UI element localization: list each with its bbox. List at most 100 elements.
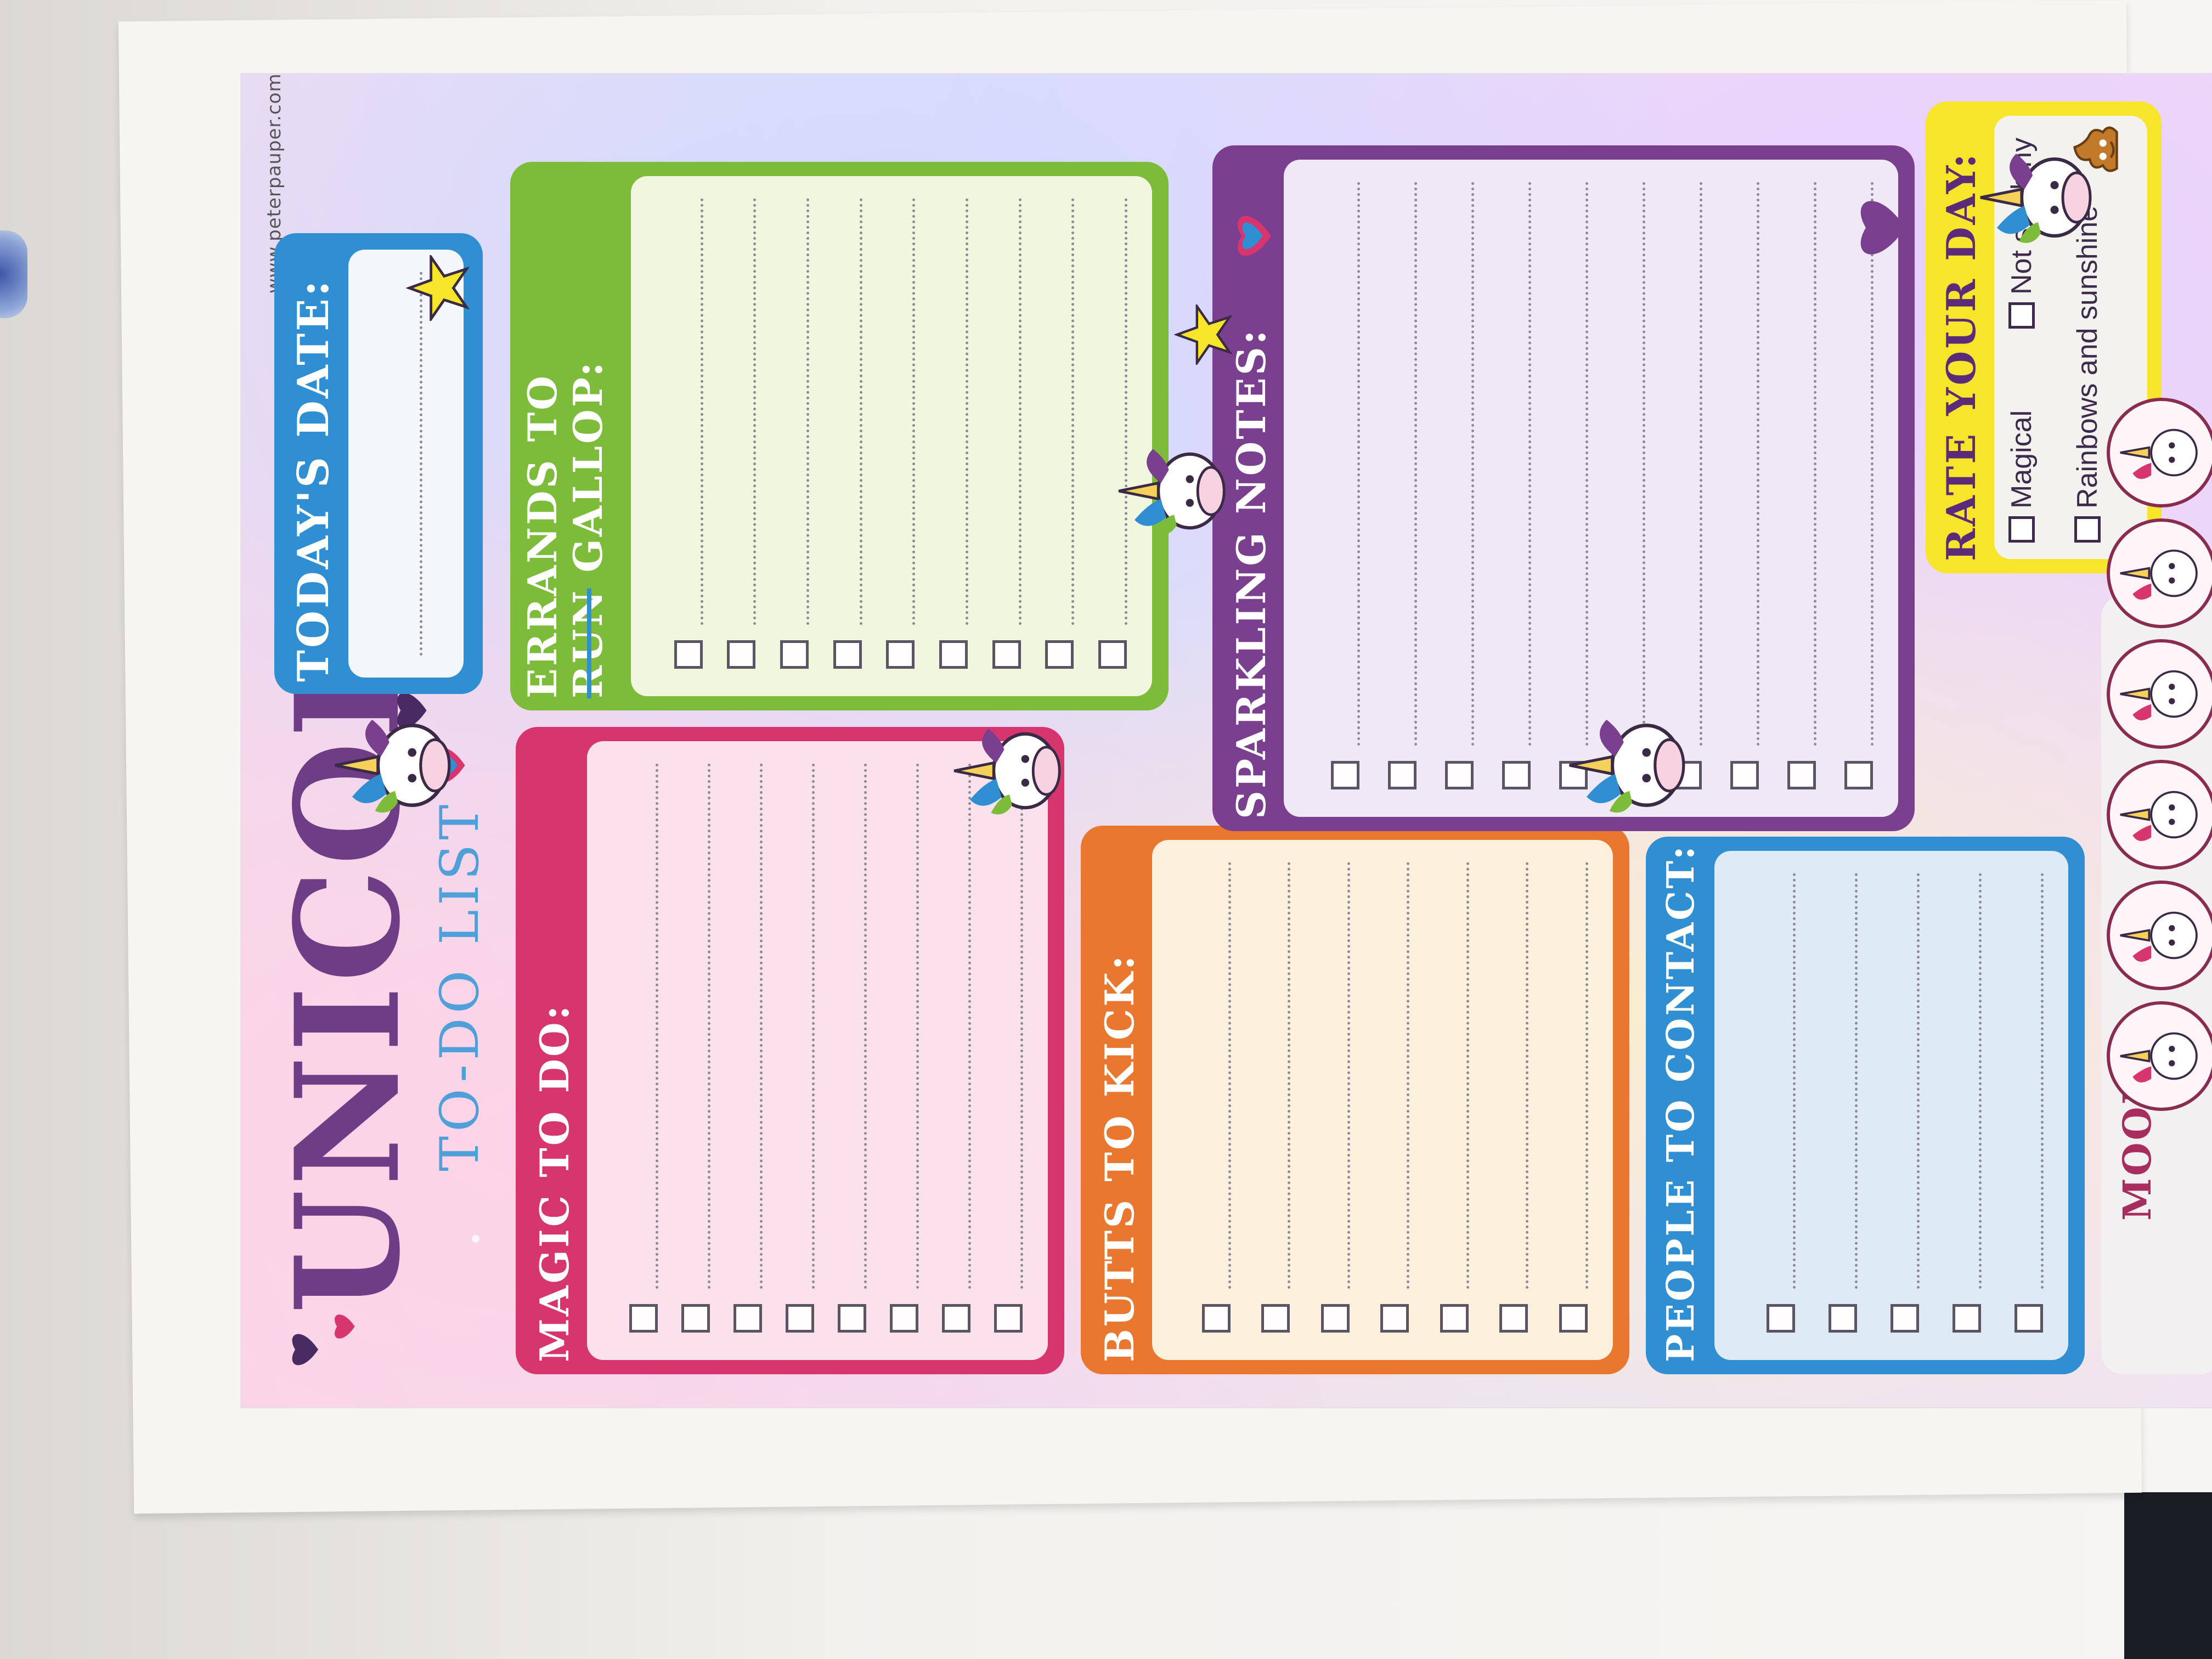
unicorn-illustration	[1970, 129, 2107, 266]
butts-to-kick-list[interactable]	[1152, 840, 1613, 1360]
checkbox[interactable]	[1953, 1304, 1981, 1333]
checkbox[interactable]	[2015, 1304, 2043, 1333]
errands-list[interactable]	[631, 176, 1152, 696]
writing-line	[1979, 873, 1982, 1289]
checkbox[interactable]	[1844, 761, 1873, 789]
people-to-contact-box: PEOPLE TO CONTACT:	[1646, 837, 2085, 1374]
checkbox[interactable]	[727, 640, 756, 669]
writing-line	[700, 198, 703, 625]
mood-face-option[interactable]	[2107, 398, 2212, 507]
writing-line	[968, 763, 971, 1289]
writing-line	[1020, 763, 1023, 1289]
writing-line	[1585, 862, 1588, 1289]
writing-line	[1407, 862, 1410, 1289]
mood-face-option[interactable]	[2107, 881, 2212, 990]
checkbox[interactable]	[994, 1304, 1023, 1333]
checkbox[interactable]	[1829, 1304, 1857, 1333]
checkbox[interactable]	[2008, 302, 2035, 329]
heart-icon	[1860, 201, 1905, 255]
checkbox[interactable]	[1331, 761, 1359, 789]
checkbox[interactable]	[1767, 1304, 1795, 1333]
writing-line	[1855, 873, 1858, 1289]
errands-box: ERRANDS TO RUN GALLOP:	[510, 162, 1169, 710]
title-sub: TO-DO LIST	[429, 800, 490, 1171]
checkbox[interactable]	[786, 1304, 814, 1333]
writing-line	[1526, 862, 1529, 1289]
checkbox[interactable]	[1045, 640, 1074, 669]
checkbox[interactable]	[2074, 516, 2101, 543]
checkbox[interactable]	[1380, 1304, 1409, 1333]
writing-line	[1528, 182, 1531, 746]
writing-line	[1414, 182, 1417, 746]
mood-face-option[interactable]	[2107, 639, 2212, 749]
checkbox[interactable]	[733, 1304, 762, 1333]
checkbox[interactable]	[629, 1304, 658, 1333]
writing-line	[1357, 182, 1360, 746]
unicorn-illustration	[944, 705, 1075, 837]
checkbox[interactable]	[1388, 761, 1417, 789]
checkbox[interactable]	[1445, 761, 1474, 789]
checkbox[interactable]	[1440, 1304, 1469, 1333]
mood-box: MOOD:	[2101, 398, 2212, 1374]
star-icon	[1174, 304, 1233, 365]
writing-line	[2041, 873, 2044, 1289]
writing-line	[1814, 182, 1816, 746]
mood-face-option[interactable]	[2107, 760, 2212, 870]
people-to-contact-list[interactable]	[1714, 851, 2068, 1360]
checkbox[interactable]	[939, 640, 968, 669]
writing-line	[753, 198, 757, 625]
checkbox[interactable]	[838, 1304, 866, 1333]
star-icon	[406, 255, 470, 321]
checkbox[interactable]	[674, 640, 703, 669]
writing-line	[1288, 862, 1291, 1289]
checkbox[interactable]	[1201, 1304, 1231, 1333]
checkbox[interactable]	[681, 1304, 710, 1333]
checkbox[interactable]	[886, 640, 915, 669]
heart-icon	[335, 1314, 355, 1339]
desk-edge	[2124, 1492, 2212, 1659]
writing-line	[966, 198, 968, 625]
writing-line	[708, 763, 710, 1289]
checkbox[interactable]	[942, 1304, 970, 1333]
unicorn-illustration	[324, 694, 466, 837]
checkbox[interactable]	[992, 640, 1021, 669]
writing-line	[1917, 873, 1920, 1289]
checkbox[interactable]	[1787, 761, 1816, 789]
checkbox[interactable]	[1499, 1304, 1528, 1333]
writing-line	[864, 763, 867, 1289]
writing-line	[1347, 862, 1350, 1289]
checkbox[interactable]	[890, 1304, 918, 1333]
writing-line	[859, 198, 862, 625]
checkbox[interactable]	[1502, 761, 1531, 789]
errands-label: ERRANDS TO RUN GALLOP:	[519, 174, 611, 698]
writing-line	[1018, 198, 1022, 625]
writing-line	[1643, 182, 1645, 746]
checkbox[interactable]	[780, 640, 809, 669]
checkbox[interactable]	[1730, 761, 1759, 789]
checkbox[interactable]	[2008, 516, 2035, 543]
date-line	[420, 272, 422, 656]
errands-label-part1: ERRANDS TO	[519, 373, 566, 698]
writing-line	[1757, 182, 1759, 746]
writing-line	[812, 763, 815, 1289]
rate-option-magical[interactable]: Magical	[2005, 410, 2038, 543]
checkbox[interactable]	[1261, 1304, 1290, 1333]
checkbox[interactable]	[1098, 640, 1127, 669]
writing-line	[1228, 862, 1231, 1289]
people-to-contact-label: PEOPLE TO CONTACT:	[1659, 844, 1703, 1362]
writing-line	[1700, 182, 1702, 746]
writing-line	[1466, 862, 1469, 1289]
heart-icon	[292, 1334, 318, 1365]
checkbox[interactable]	[1891, 1304, 1919, 1333]
heart-icon	[1238, 216, 1271, 256]
checkbox[interactable]	[833, 640, 862, 669]
mood-face-option[interactable]	[2107, 1001, 2212, 1111]
notepad-sheet: www.peterpauper.com UNICORN TO-DO LIST T…	[241, 73, 2212, 1407]
checkbox[interactable]	[1321, 1304, 1350, 1333]
mood-face-option[interactable]	[2107, 518, 2212, 628]
rate-option-label: Magical	[2006, 410, 2038, 509]
butts-to-kick-label: BUTTS TO KICK:	[1096, 953, 1143, 1362]
errands-label-strike: RUN	[564, 588, 611, 698]
pen-clip	[0, 230, 27, 318]
checkbox[interactable]	[1559, 1304, 1588, 1333]
